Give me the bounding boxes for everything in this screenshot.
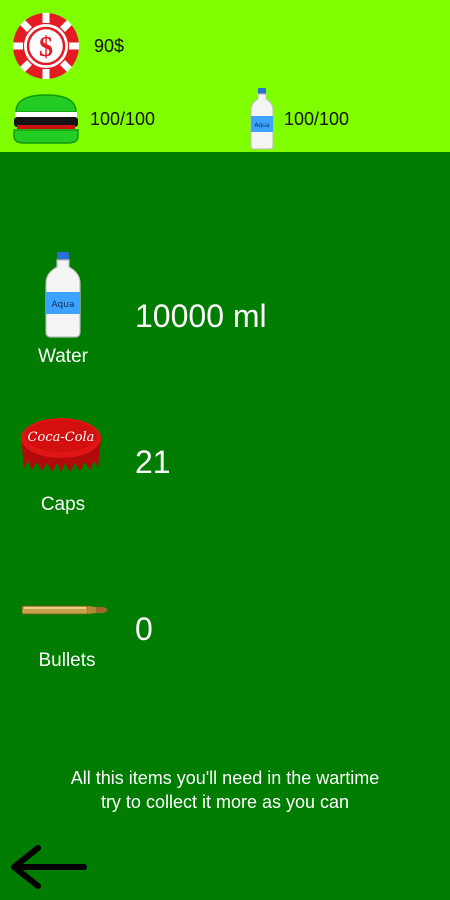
drink-value: 100/100	[284, 109, 350, 129]
water-label: Water	[38, 346, 88, 367]
back-button[interactable]	[8, 842, 88, 892]
caps-label: Caps	[40, 494, 86, 515]
back-arrow-icon	[11, 845, 87, 889]
caps-value: 21	[135, 444, 171, 480]
svg-text:Aqua: Aqua	[52, 300, 75, 310]
hint-line-2: try to collect it more as you can	[100, 792, 350, 812]
bullets-value: 0	[135, 611, 153, 647]
svg-text:Aqua: Aqua	[254, 122, 270, 129]
food-value: 100/100	[90, 109, 156, 129]
status-bar: $ 90$ 100/100 Aqua 100/100	[0, 0, 450, 152]
bullets-label: Bullets	[38, 650, 96, 671]
water-bottle-icon: Aqua	[44, 252, 82, 338]
svg-text:$: $	[39, 32, 53, 63]
burger-icon	[12, 92, 80, 146]
drink-bottle-icon: Aqua	[250, 88, 274, 150]
hint-text: All this items you'll need in the wartim…	[0, 766, 450, 814]
money-chip-icon: $	[12, 12, 80, 80]
water-value: 10000 ml	[135, 298, 267, 334]
hint-line-1: All this items you'll need in the wartim…	[70, 768, 380, 788]
bottle-cap-icon: Coca-Cola	[18, 414, 104, 476]
svg-text:Coca-Cola: Coca-Cola	[28, 430, 95, 445]
money-value: 90$	[94, 36, 125, 56]
bullet-icon	[21, 603, 112, 617]
